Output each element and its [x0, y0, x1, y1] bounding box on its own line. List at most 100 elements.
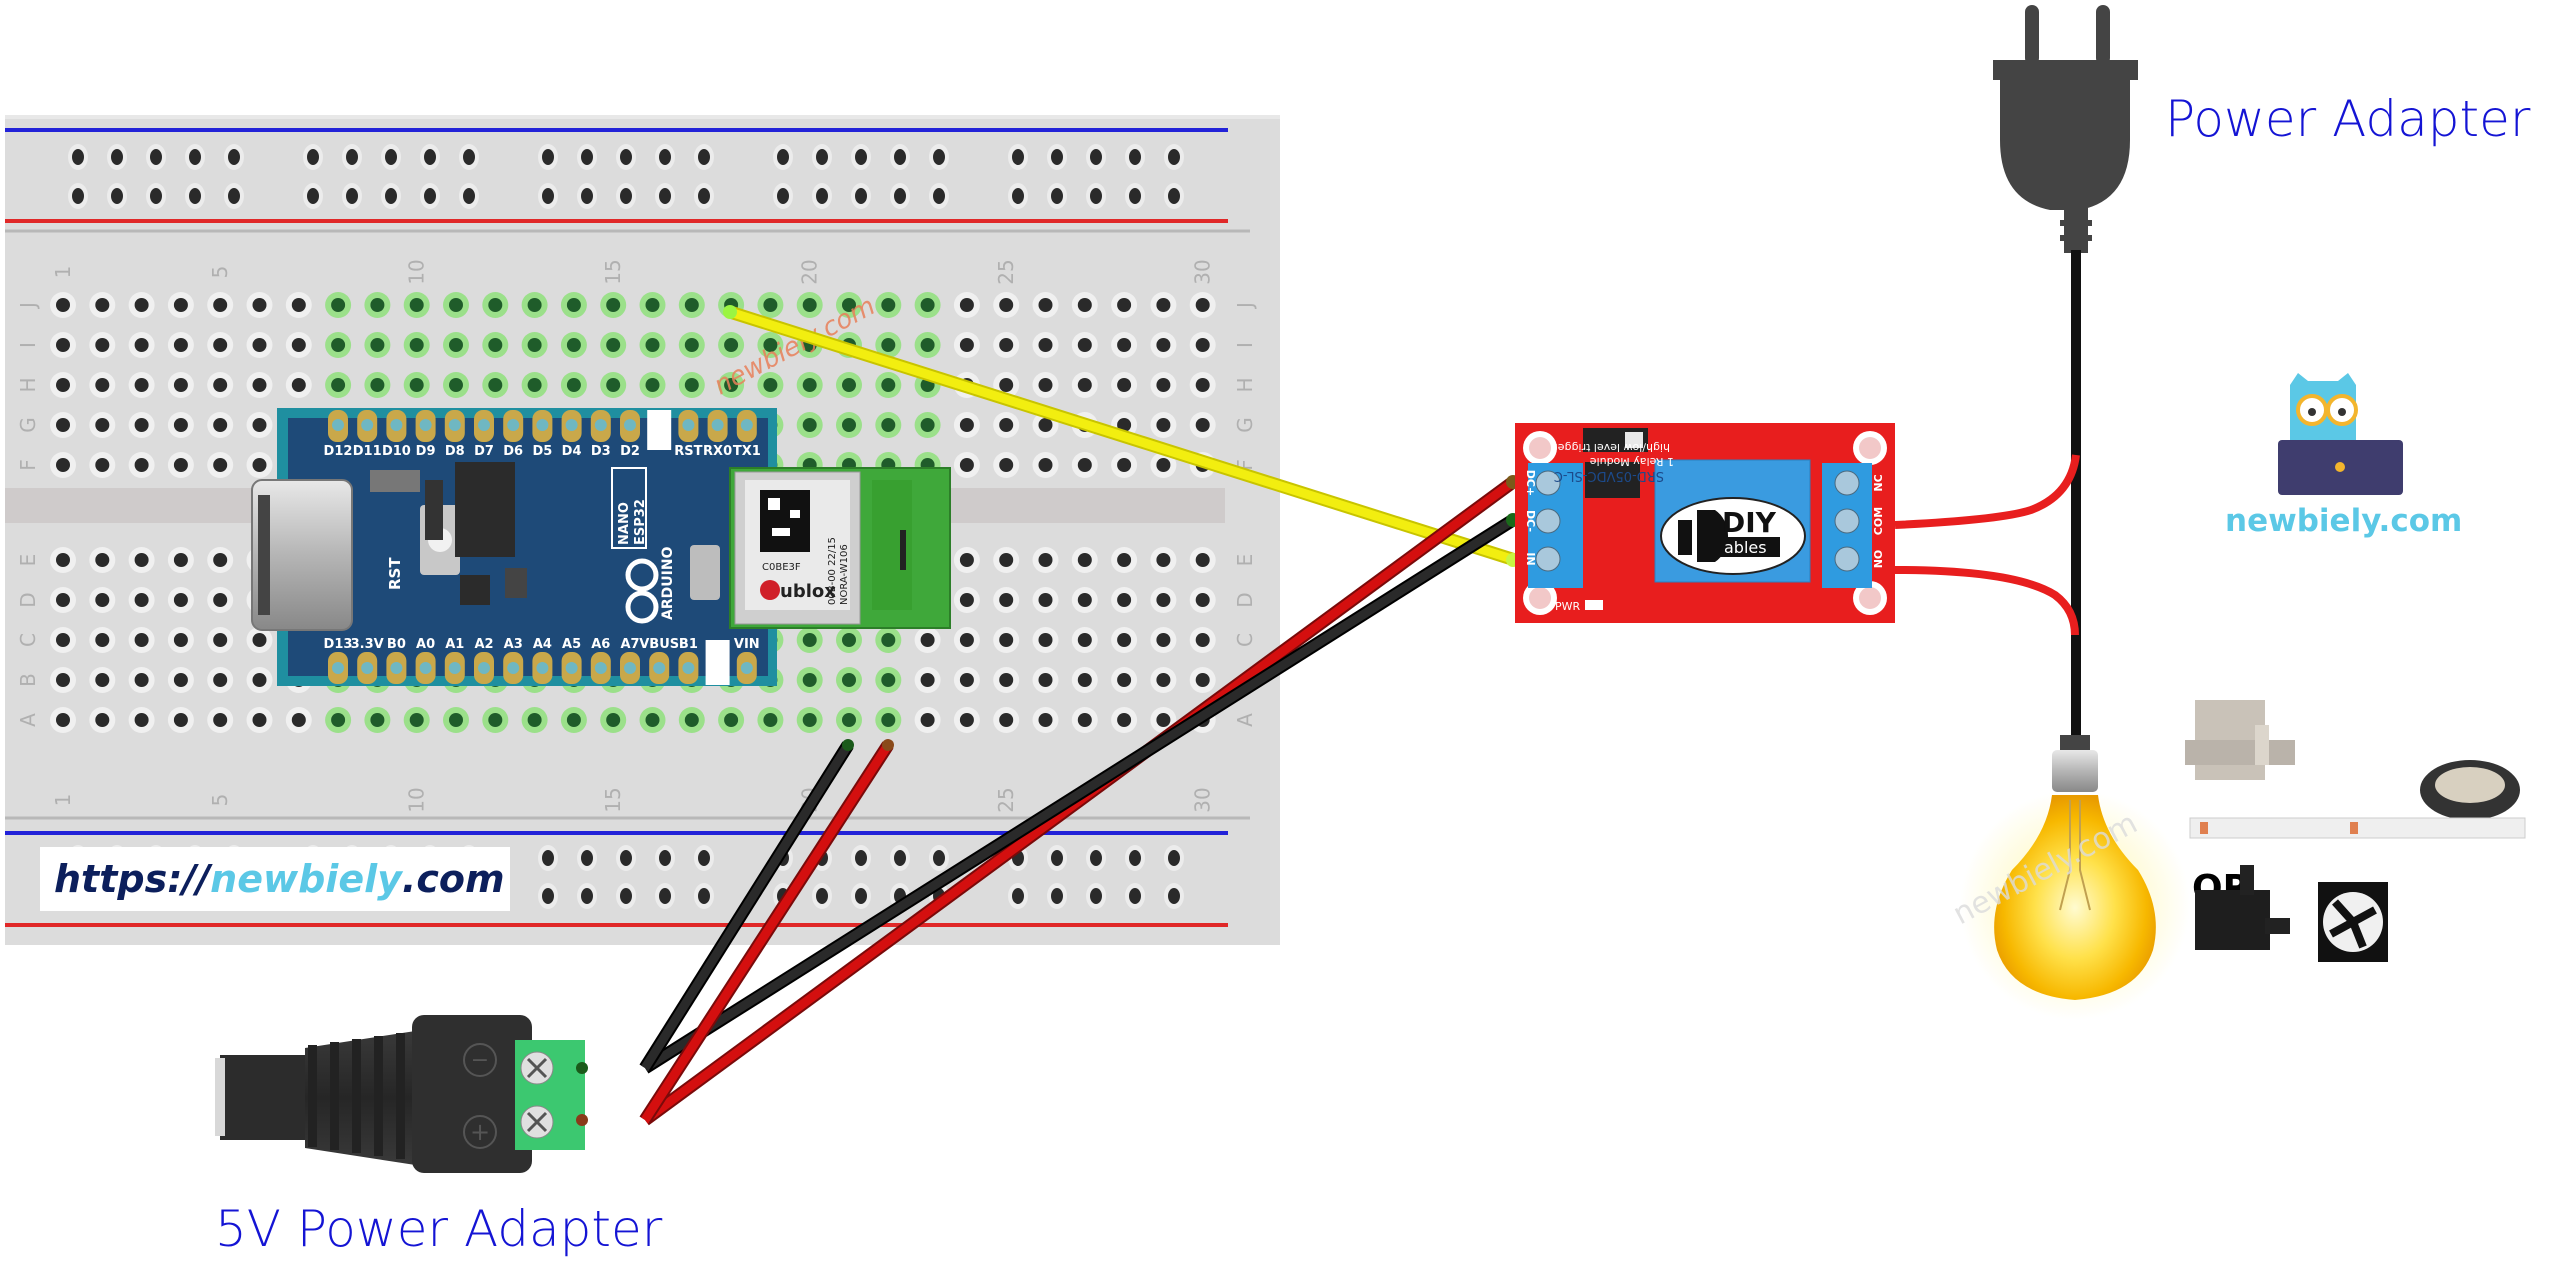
- rail-hole: [620, 188, 632, 204]
- rail-hole: [933, 149, 945, 165]
- hole: [1195, 553, 1210, 567]
- hole: [1156, 458, 1171, 472]
- pin-label: 3.3V: [351, 637, 384, 652]
- main-chip: [455, 462, 515, 557]
- pin-label: D4: [562, 444, 582, 459]
- rail-hole: [1168, 850, 1180, 866]
- hole: [724, 713, 739, 727]
- hole: [763, 378, 778, 392]
- pin-label: A5: [562, 637, 581, 652]
- hole: [409, 713, 424, 727]
- rail-hole: [228, 188, 240, 204]
- rail-hole: [72, 149, 84, 165]
- row-letter: H: [1233, 377, 1257, 392]
- hole: [999, 338, 1014, 352]
- module-line-2: NORA-W106: [839, 544, 850, 605]
- rail-hole: [698, 188, 710, 204]
- hole: [1077, 298, 1092, 312]
- pin-label: D9: [416, 444, 436, 459]
- hole: [1077, 458, 1092, 472]
- pin-hole: [624, 419, 636, 431]
- hole: [684, 298, 699, 312]
- hole: [173, 633, 188, 647]
- hole: [1156, 713, 1171, 727]
- hole: [95, 673, 110, 687]
- row-letter: E: [1233, 554, 1257, 567]
- hole: [527, 713, 542, 727]
- rail-hole: [1168, 149, 1180, 165]
- pin-hole: [565, 419, 578, 431]
- pin-label: A2: [474, 637, 493, 652]
- jack-rib: [396, 1033, 405, 1159]
- hole: [56, 458, 70, 472]
- logo-text: newbiely.com: [2225, 503, 2463, 539]
- hole: [134, 553, 149, 567]
- rail-hole: [1168, 888, 1180, 904]
- dc-power-adapter-label: 5V Power Adapter: [215, 1200, 663, 1258]
- hole: [566, 298, 581, 312]
- rail-hole: [1051, 149, 1063, 165]
- rail-hole: [659, 888, 671, 904]
- solenoid-lock-icon: [2185, 700, 2295, 780]
- ac-power-adapter-label: Power Adapter: [2165, 90, 2531, 148]
- pin-label: D6: [503, 444, 523, 459]
- ublox-logo-icon: [760, 580, 780, 600]
- row-letter: D: [16, 592, 40, 607]
- row-letter: G: [16, 417, 40, 433]
- rail-hole: [816, 888, 828, 904]
- hole: [488, 713, 503, 727]
- rail-hole: [698, 888, 710, 904]
- rail-hole: [581, 850, 593, 866]
- hole: [645, 338, 660, 352]
- hole: [1117, 553, 1132, 567]
- hole: [606, 298, 621, 312]
- hole: [1117, 713, 1132, 727]
- hole: [1195, 418, 1210, 432]
- hole: [173, 298, 188, 312]
- pin-label: VBUS: [639, 637, 679, 652]
- rail-hole: [150, 188, 162, 204]
- hole: [449, 338, 463, 352]
- pin-label: RX0: [703, 444, 732, 459]
- rail-hole: [777, 188, 789, 204]
- hole: [488, 378, 503, 392]
- ac-plug: [1993, 5, 2138, 253]
- rail-hole: [346, 188, 358, 204]
- hole: [213, 593, 228, 607]
- hole: [95, 338, 110, 352]
- hole: [881, 338, 896, 352]
- pin-hole: [390, 662, 403, 674]
- hole: [409, 338, 424, 352]
- hole: [881, 298, 896, 312]
- hole: [999, 593, 1014, 607]
- rail-hole: [463, 149, 475, 165]
- hole: [173, 673, 188, 687]
- relay-output-pin-label: NC: [1872, 474, 1885, 491]
- hole: [56, 338, 70, 352]
- hole: [252, 418, 267, 432]
- hole: [566, 338, 581, 352]
- row-letter: I: [1233, 342, 1257, 348]
- hole: [527, 298, 542, 312]
- row-letter: G: [1233, 417, 1257, 433]
- hole: [56, 553, 70, 567]
- jack-rib: [352, 1039, 361, 1153]
- hole: [959, 298, 974, 312]
- rail-hole: [189, 149, 201, 165]
- hole: [999, 673, 1014, 687]
- hole: [606, 378, 621, 392]
- rail-hole: [855, 850, 867, 866]
- website-url-banner[interactable]: https://newbiely .com: [40, 847, 510, 911]
- hole: [684, 338, 699, 352]
- row-letter: B: [16, 673, 40, 687]
- pin-hole: [594, 419, 607, 431]
- hole: [724, 338, 739, 352]
- hole: [645, 378, 660, 392]
- rail-hole: [855, 188, 867, 204]
- rail-hole: [894, 850, 906, 866]
- hole: [95, 458, 110, 472]
- hole: [134, 298, 149, 312]
- hole: [252, 378, 267, 392]
- reset-label: RST: [386, 557, 404, 590]
- hole: [920, 673, 935, 687]
